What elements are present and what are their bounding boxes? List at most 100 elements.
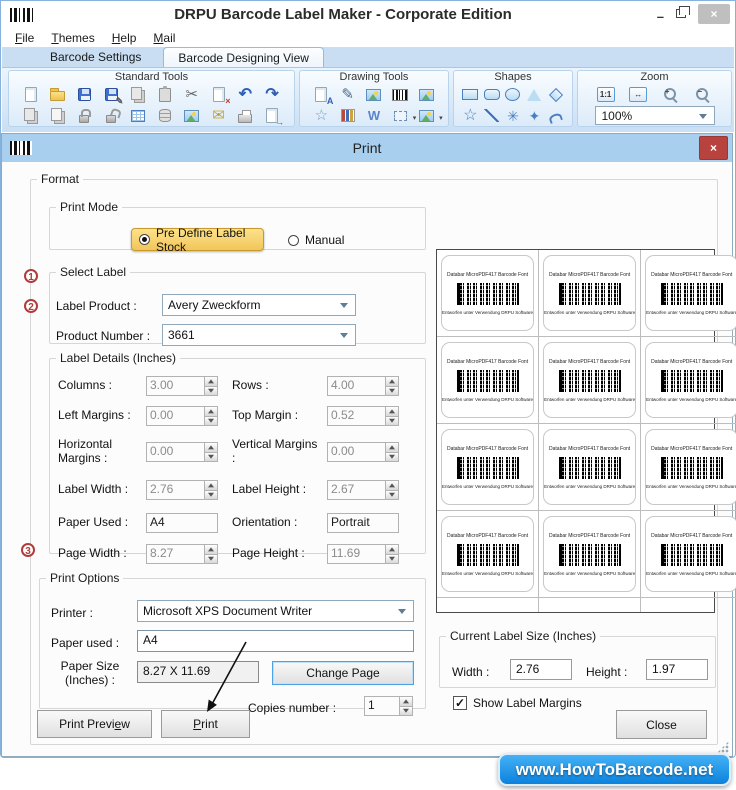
spin-up-button[interactable] — [400, 696, 413, 706]
copy-icon[interactable] — [129, 86, 147, 104]
undo-icon[interactable]: ↶ — [236, 86, 254, 104]
arc-icon[interactable] — [547, 107, 565, 125]
howtobarcode-badge[interactable]: www.HowToBarcode.net — [498, 753, 731, 786]
left-margins-stepper[interactable]: 0.00 — [146, 406, 218, 426]
library-icon[interactable] — [339, 107, 357, 125]
show-label-margins-checkbox[interactable]: ✓ Show Label Margins — [453, 696, 582, 710]
label-width-stepper[interactable]: 2.76 — [146, 480, 218, 500]
new-document-icon[interactable] — [22, 86, 40, 104]
lock-icon[interactable] — [75, 107, 93, 125]
print-dialog-close-button[interactable]: × — [699, 136, 728, 160]
zoom-out-icon[interactable]: − — [694, 86, 712, 104]
printer-select[interactable]: Microsoft XPS Document Writer — [137, 600, 414, 622]
close-button[interactable]: × — [698, 4, 730, 24]
maximize-button[interactable] — [676, 5, 690, 23]
rows-stepper[interactable]: 4.00 — [327, 376, 399, 396]
page-height-stepper[interactable]: 11.69 — [327, 544, 399, 564]
spin-up-button[interactable] — [386, 544, 399, 554]
spin-down-button[interactable] — [386, 385, 399, 396]
zoom-one-to-one-icon[interactable]: 1:1 — [596, 86, 615, 104]
spin-up-button[interactable] — [205, 376, 218, 386]
text-tool-icon[interactable]: A — [312, 86, 333, 105]
delete-icon[interactable]: × — [210, 86, 231, 105]
line-icon[interactable] — [483, 107, 501, 125]
save-as-icon[interactable]: ✎ — [102, 86, 123, 105]
zoom-fit-icon[interactable]: ↔ — [629, 86, 648, 104]
spin-down-button[interactable] — [400, 705, 413, 716]
spin-up-button[interactable] — [205, 544, 218, 554]
shape-tool-icon[interactable]: ☆ — [312, 107, 330, 125]
change-page-button[interactable]: Change Page — [272, 661, 414, 685]
minimize-button[interactable]: – — [657, 9, 664, 24]
unlock-icon[interactable] — [102, 107, 120, 125]
image-tool-icon[interactable] — [365, 86, 383, 104]
export-icon[interactable]: → — [263, 107, 284, 126]
email-icon[interactable]: ✉ — [210, 107, 228, 125]
tab-barcode-settings[interactable]: Barcode Settings — [36, 47, 155, 67]
send-to-back-icon[interactable] — [49, 107, 67, 125]
redo-icon[interactable]: ↷ — [263, 86, 281, 104]
starburst-icon[interactable]: ✳ — [504, 107, 522, 125]
spin-up-button[interactable] — [386, 406, 399, 416]
spin-up-button[interactable] — [386, 376, 399, 386]
radio-pre-define-label-stock[interactable]: Pre Define Label Stock — [131, 226, 264, 254]
database-icon[interactable] — [156, 107, 174, 125]
spin-down-button[interactable] — [205, 553, 218, 564]
menu-themes[interactable]: Themes — [51, 31, 94, 45]
frame-tool-icon[interactable]: ▾ — [391, 107, 416, 125]
spin-down-button[interactable] — [205, 415, 218, 426]
paper-used-input[interactable]: A4 — [146, 513, 218, 533]
print-preview-button[interactable]: Print Preview — [37, 710, 152, 738]
menu-file[interactable]: File — [15, 31, 34, 45]
label-height-stepper[interactable]: 2.67 — [327, 480, 399, 500]
spin-up-button[interactable] — [386, 480, 399, 490]
image-export-icon[interactable] — [183, 107, 201, 125]
zoom-level-select[interactable]: 100% — [594, 106, 715, 125]
spin-down-button[interactable] — [205, 385, 218, 396]
top-margin-stepper[interactable]: 0.52 — [327, 406, 399, 426]
diamond-icon[interactable] — [547, 86, 565, 104]
four-point-star-icon[interactable]: ✦ — [525, 107, 543, 125]
spin-down-button[interactable] — [386, 489, 399, 500]
spin-up-button[interactable] — [386, 442, 399, 452]
picture-insert-icon[interactable] — [418, 86, 436, 104]
close-dialog-button[interactable]: Close — [616, 710, 707, 739]
spin-down-button[interactable] — [386, 415, 399, 426]
save-icon[interactable] — [75, 86, 93, 104]
menu-mail[interactable]: Mail — [153, 31, 175, 45]
grid-icon[interactable] — [129, 107, 147, 125]
columns-stepper[interactable]: 3.00 — [146, 376, 218, 396]
tab-barcode-designing-view[interactable]: Barcode Designing View — [163, 47, 324, 67]
ellipse-icon[interactable] — [504, 86, 522, 104]
zoom-in-icon[interactable]: + — [662, 86, 680, 104]
rectangle-icon[interactable] — [461, 86, 479, 104]
paste-icon[interactable] — [156, 86, 174, 104]
spin-up-button[interactable] — [205, 480, 218, 490]
paper-used-input[interactable]: A4 — [137, 630, 414, 652]
print-icon[interactable] — [236, 107, 254, 125]
pencil-tool-icon[interactable]: ✎ — [339, 86, 357, 104]
image-gallery-icon[interactable]: ▾ — [418, 107, 443, 125]
horizontal-margins-stepper[interactable]: 0.00 — [146, 442, 218, 462]
label-product-select[interactable]: Avery Zweckform — [162, 294, 356, 316]
menu-help[interactable]: Help — [112, 31, 137, 45]
open-icon[interactable] — [49, 86, 67, 104]
spin-down-button[interactable] — [205, 489, 218, 500]
cut-icon[interactable]: ✂ — [183, 86, 201, 104]
bring-to-front-icon[interactable] — [22, 107, 40, 125]
spin-up-button[interactable] — [205, 442, 218, 452]
spin-up-button[interactable] — [205, 406, 218, 416]
triangle-icon[interactable] — [525, 86, 543, 104]
spin-down-button[interactable] — [386, 451, 399, 462]
vertical-margins-stepper[interactable]: 0.00 — [327, 442, 399, 462]
product-number-select[interactable]: 3661 — [162, 324, 356, 346]
orientation-input[interactable]: Portrait — [327, 513, 399, 533]
spin-down-button[interactable] — [386, 553, 399, 564]
rounded-rectangle-icon[interactable] — [483, 86, 501, 104]
resize-grip[interactable] — [717, 741, 729, 753]
copies-number-stepper[interactable]: 1 — [364, 696, 413, 716]
barcode-tool-icon[interactable] — [391, 86, 409, 104]
spin-down-button[interactable] — [205, 451, 218, 462]
watermark-icon[interactable]: W — [365, 107, 383, 125]
star-icon[interactable]: ☆ — [461, 107, 479, 125]
